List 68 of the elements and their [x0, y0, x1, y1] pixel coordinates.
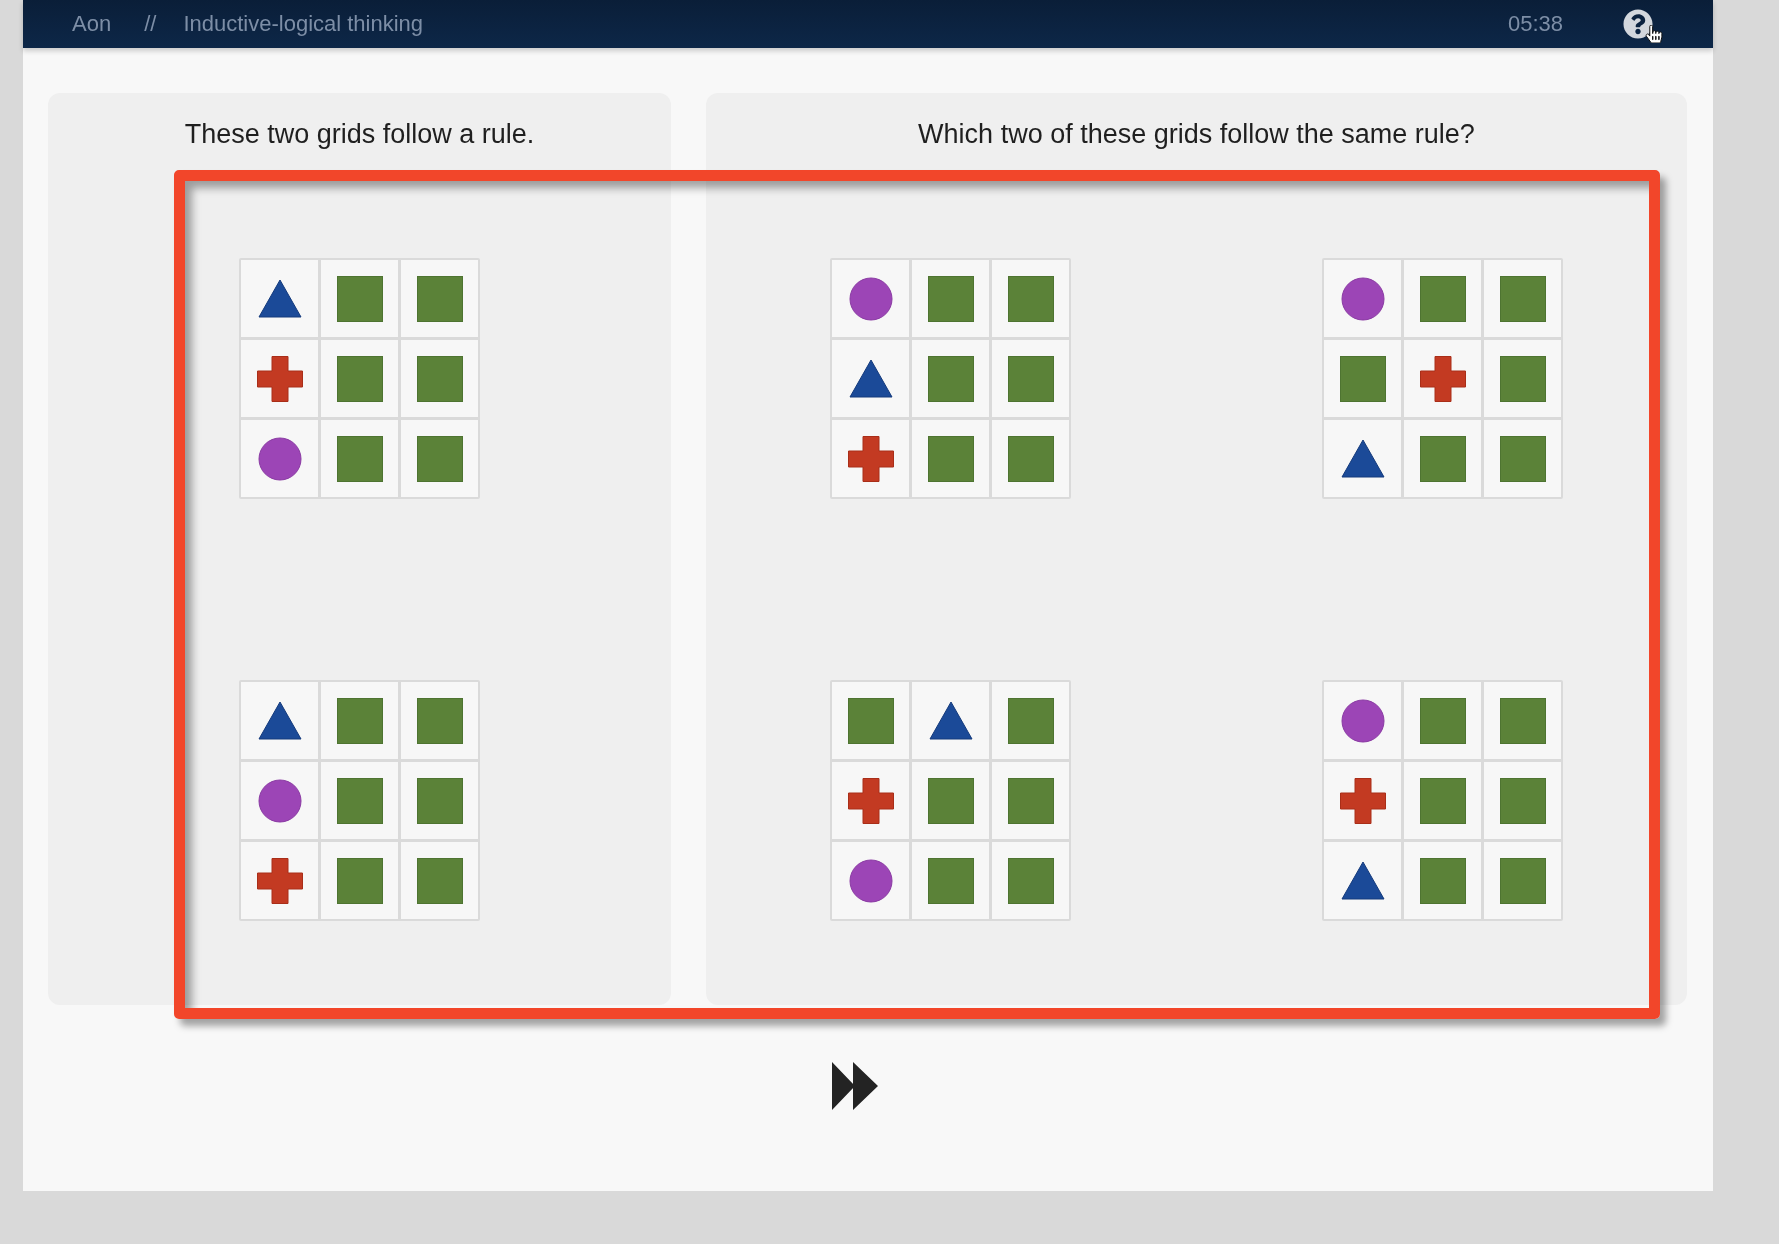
square-icon	[1007, 857, 1054, 904]
test-title: Inductive-logical thinking	[183, 11, 424, 37]
square-icon	[1499, 777, 1546, 824]
square-icon	[1499, 355, 1546, 402]
square-icon	[1499, 435, 1546, 482]
circle-icon	[257, 778, 302, 823]
triangle-icon	[257, 701, 302, 740]
square-icon	[1007, 777, 1054, 824]
square-icon	[1339, 355, 1386, 402]
shape-grid[interactable]	[830, 680, 1071, 921]
square-icon	[847, 697, 894, 744]
square-icon	[336, 275, 383, 322]
cross-icon	[847, 777, 894, 824]
square-icon	[1007, 697, 1054, 744]
triangle-icon	[928, 701, 973, 740]
square-icon	[1419, 435, 1466, 482]
square-icon	[927, 777, 974, 824]
circle-icon	[257, 436, 302, 481]
shape-grid[interactable]	[830, 258, 1071, 499]
square-icon	[416, 275, 463, 322]
square-icon	[416, 857, 463, 904]
cross-icon	[847, 435, 894, 482]
circle-icon	[1340, 698, 1385, 743]
square-icon	[336, 435, 383, 482]
square-icon	[1499, 275, 1546, 322]
square-icon	[1499, 857, 1546, 904]
square-icon	[927, 275, 974, 322]
square-icon	[416, 777, 463, 824]
square-icon	[1007, 275, 1054, 322]
cross-icon	[256, 355, 303, 402]
circle-icon	[848, 276, 893, 321]
triangle-icon	[848, 359, 893, 398]
brand-label: Aon	[72, 11, 112, 37]
square-icon	[1499, 697, 1546, 744]
square-icon	[927, 435, 974, 482]
square-icon	[927, 355, 974, 402]
hand-cursor-icon	[1645, 25, 1663, 43]
circle-icon	[848, 858, 893, 903]
fast-forward-icon	[832, 1062, 878, 1110]
square-icon	[336, 857, 383, 904]
square-icon	[1419, 697, 1466, 744]
help-icon[interactable]	[1623, 9, 1653, 39]
next-button[interactable]	[832, 1062, 878, 1110]
square-icon	[416, 435, 463, 482]
square-icon	[416, 697, 463, 744]
triangle-icon	[1340, 439, 1385, 478]
square-icon	[336, 697, 383, 744]
square-icon	[1007, 355, 1054, 402]
square-icon	[1007, 435, 1054, 482]
breadcrumb-separator: //	[144, 11, 157, 37]
panel-title: These two grids follow a rule.	[184, 118, 535, 151]
square-icon	[1419, 275, 1466, 322]
square-icon	[927, 857, 974, 904]
square-icon	[416, 355, 463, 402]
triangle-icon	[257, 279, 302, 318]
shape-grid[interactable]	[1322, 680, 1563, 921]
panel-title: Which two of these grids follow the same rule?	[918, 118, 1475, 151]
square-icon	[1419, 857, 1466, 904]
shape-grid[interactable]	[1322, 258, 1563, 499]
circle-icon	[1340, 276, 1385, 321]
square-icon	[336, 355, 383, 402]
cross-icon	[1419, 355, 1466, 402]
square-icon	[1419, 777, 1466, 824]
triangle-icon	[1340, 861, 1385, 900]
square-icon	[336, 777, 383, 824]
timer-label: 05:38	[1507, 11, 1563, 37]
cross-icon	[256, 857, 303, 904]
cross-icon	[1339, 777, 1386, 824]
